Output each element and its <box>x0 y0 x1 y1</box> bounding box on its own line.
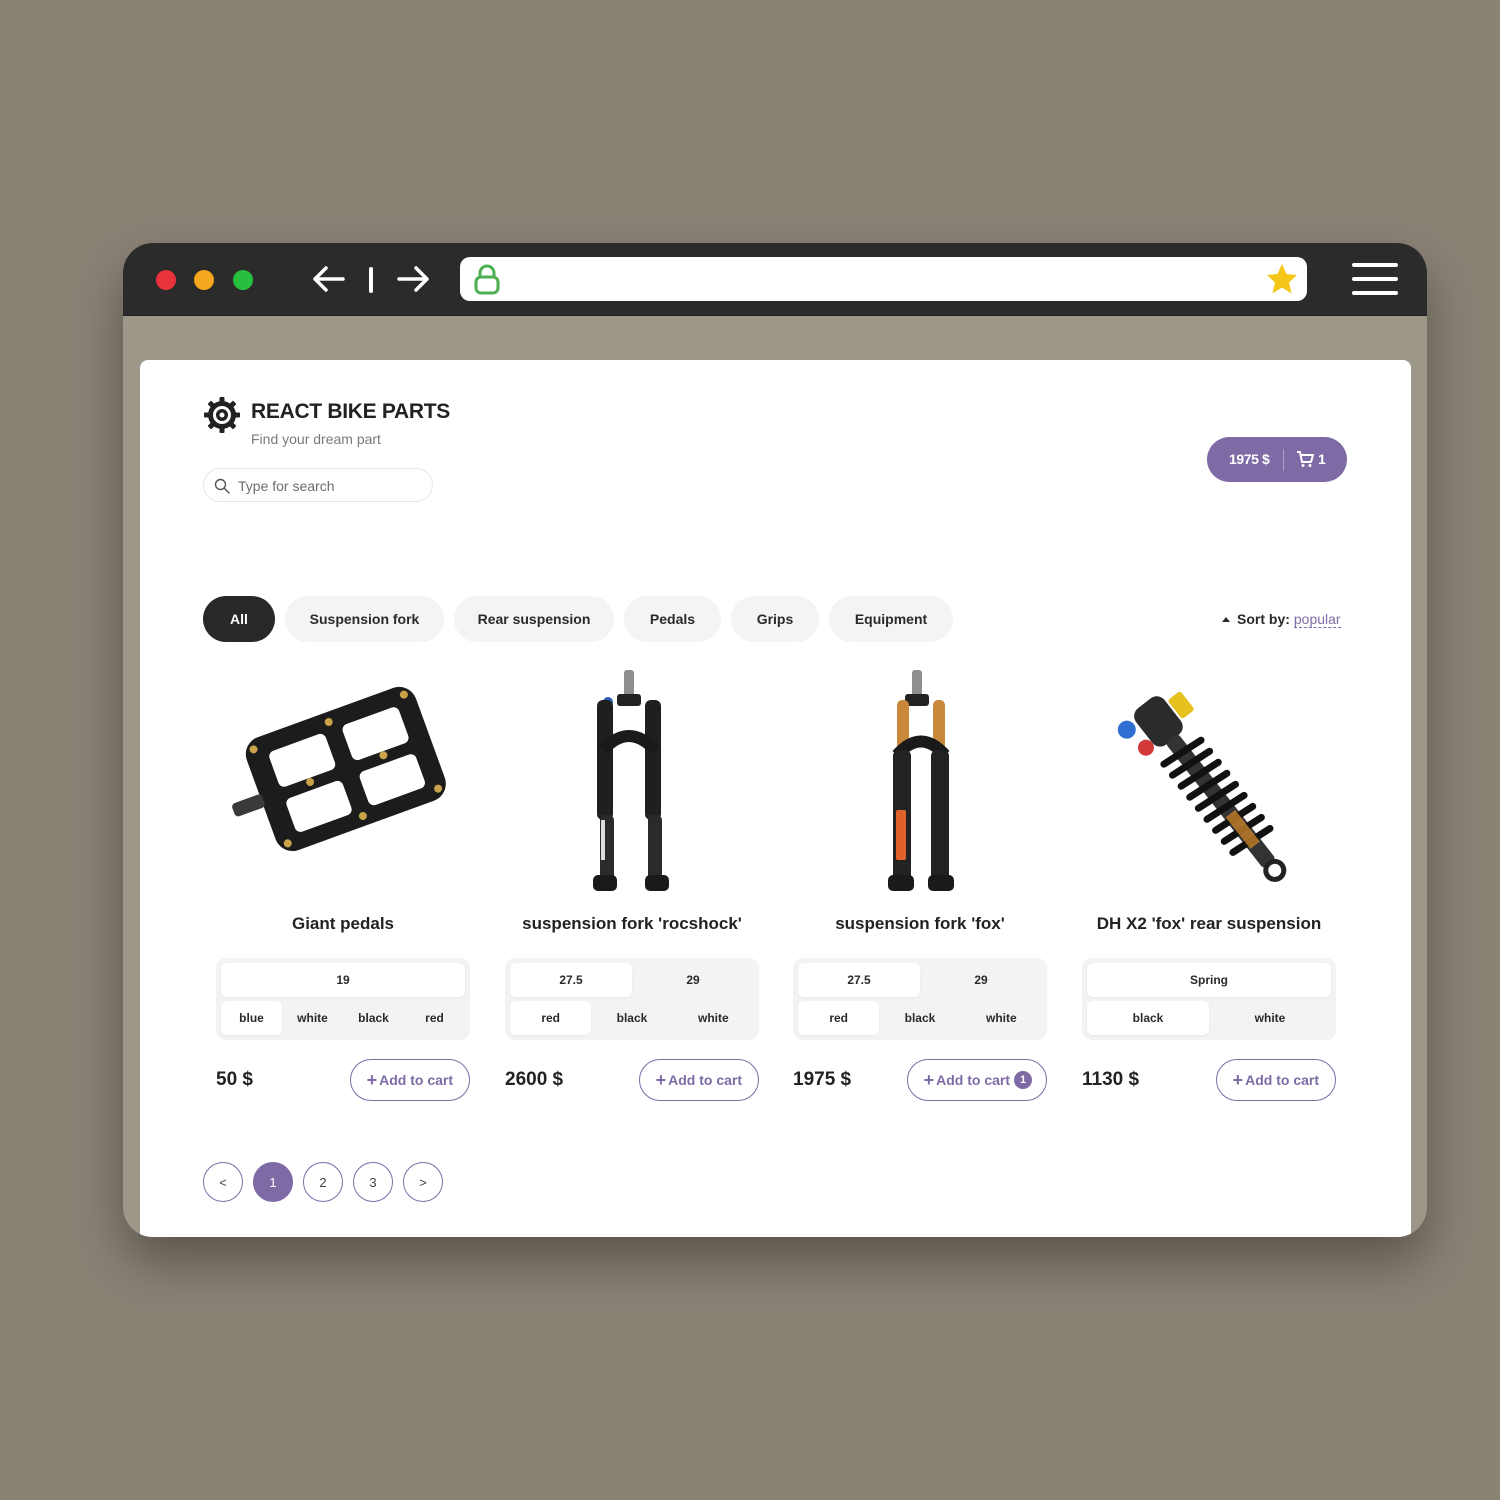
close-window-button[interactable] <box>156 270 176 290</box>
product-card: DH X2 'fox' rear suspension Spring black… <box>1082 670 1336 1110</box>
sort-control[interactable]: Sort by: popular <box>1222 611 1341 628</box>
add-to-cart-button[interactable]: + Add to cart <box>1215 1059 1336 1101</box>
product-options: Spring black white <box>1082 958 1336 1040</box>
size-option[interactable]: 19 <box>221 963 465 997</box>
gear-logo-icon <box>204 397 240 433</box>
maximize-window-button[interactable] <box>233 270 253 290</box>
size-option[interactable]: 29 <box>920 963 1042 997</box>
cart-divider <box>1283 449 1284 471</box>
search-icon <box>214 478 230 494</box>
category-rear-suspension[interactable]: Rear suspension <box>454 596 614 642</box>
cart-button[interactable]: 1975 $ 1 <box>1207 437 1347 482</box>
color-option[interactable]: red <box>798 1001 880 1035</box>
product-name[interactable]: suspension fork 'rocshock' <box>485 914 779 934</box>
color-option[interactable]: white <box>1209 1001 1331 1035</box>
brand-tagline: Find your dream part <box>251 431 381 447</box>
product-price: 1130 $ <box>1082 1069 1140 1090</box>
sort-value[interactable]: popular <box>1293 611 1341 628</box>
product-card: suspension fork 'rocshock' 27.5 29 red b… <box>505 670 759 1110</box>
category-equipment[interactable]: Equipment <box>829 596 953 642</box>
page-button-1[interactable]: 1 <box>253 1162 293 1202</box>
color-option[interactable]: black <box>1087 1001 1209 1035</box>
brand-title[interactable]: REACT BIKE PARTS <box>251 400 450 424</box>
in-cart-count-badge: 1 <box>1014 1071 1032 1089</box>
back-arrow-icon[interactable] <box>309 261 349 297</box>
search-box[interactable] <box>203 468 433 502</box>
product-options: 27.5 29 red black white <box>793 958 1047 1040</box>
product-name[interactable]: Giant pedals <box>196 914 490 934</box>
color-option[interactable]: white <box>673 1001 754 1035</box>
add-to-cart-label: Add to cart <box>936 1072 1010 1088</box>
size-option[interactable]: 27.5 <box>510 963 632 997</box>
cart-count: 1 <box>1318 451 1326 467</box>
product-price: 50 $ <box>216 1069 253 1090</box>
plus-icon: + <box>923 1070 935 1090</box>
lock-icon <box>474 264 500 295</box>
type-option[interactable]: Spring <box>1087 963 1331 997</box>
web-page: REACT BIKE PARTS Find your dream part 19… <box>140 360 1411 1237</box>
nav-separator <box>369 267 373 293</box>
color-option[interactable]: black <box>591 1001 672 1035</box>
add-to-cart-label: Add to cart <box>668 1072 742 1088</box>
category-suspension-fork[interactable]: Suspension fork <box>285 596 444 642</box>
plus-icon: + <box>1232 1070 1244 1090</box>
forward-arrow-icon[interactable] <box>393 261 433 297</box>
sort-arrow-icon <box>1222 617 1230 622</box>
color-option[interactable]: black <box>343 1001 404 1035</box>
add-to-cart-label: Add to cart <box>379 1072 453 1088</box>
search-input[interactable] <box>236 475 425 497</box>
add-to-cart-label: Add to cart <box>1245 1072 1319 1088</box>
cart-total: 1975 $ <box>1229 451 1270 467</box>
product-options: 19 blue white black red <box>216 958 470 1040</box>
plus-icon: + <box>655 1070 667 1090</box>
add-to-cart-button[interactable]: + Add to cart 1 <box>906 1059 1047 1101</box>
product-name[interactable]: DH X2 'fox' rear suspension <box>1062 914 1356 934</box>
prev-page-button[interactable]: < <box>203 1162 243 1202</box>
color-option[interactable]: white <box>282 1001 343 1035</box>
category-pedals[interactable]: Pedals <box>624 596 721 642</box>
product-price: 2600 $ <box>505 1069 564 1090</box>
add-to-cart-button[interactable]: + Add to cart <box>349 1059 470 1101</box>
suspension-fork-image <box>888 670 954 891</box>
add-to-cart-button[interactable]: + Add to cart <box>638 1059 759 1101</box>
product-options: 27.5 29 red black white <box>505 958 759 1040</box>
pedal-image <box>232 686 446 852</box>
address-bar[interactable] <box>460 257 1307 301</box>
star-icon[interactable] <box>1265 262 1299 296</box>
color-option[interactable]: red <box>404 1001 465 1035</box>
browser-toolbar <box>123 243 1427 316</box>
category-grips[interactable]: Grips <box>731 596 819 642</box>
size-option[interactable]: 29 <box>632 963 754 997</box>
size-option[interactable]: 27.5 <box>798 963 920 997</box>
sort-label: Sort by: <box>1237 611 1290 627</box>
browser-window: REACT BIKE PARTS Find your dream part 19… <box>123 243 1427 1237</box>
color-option[interactable]: white <box>961 1001 1042 1035</box>
category-all[interactable]: All <box>203 596 275 642</box>
product-name[interactable]: suspension fork 'fox' <box>773 914 1067 934</box>
page-button-2[interactable]: 2 <box>303 1162 343 1202</box>
cart-icon <box>1297 451 1314 467</box>
minimize-window-button[interactable] <box>194 270 214 290</box>
color-option[interactable]: black <box>879 1001 960 1035</box>
color-option[interactable]: blue <box>221 1001 282 1035</box>
plus-icon: + <box>366 1070 378 1090</box>
product-card: suspension fork 'fox' 27.5 29 red black … <box>793 670 1047 1110</box>
page-button-3[interactable]: 3 <box>353 1162 393 1202</box>
hamburger-menu-icon[interactable] <box>1352 261 1398 297</box>
product-card: Giant pedals 19 blue white black red 50 … <box>216 670 470 1110</box>
color-option[interactable]: red <box>510 1001 592 1035</box>
suspension-fork-image <box>593 670 669 891</box>
next-page-button[interactable]: > <box>403 1162 443 1202</box>
product-price: 1975 $ <box>793 1069 852 1090</box>
rear-shock-image <box>1117 691 1287 882</box>
